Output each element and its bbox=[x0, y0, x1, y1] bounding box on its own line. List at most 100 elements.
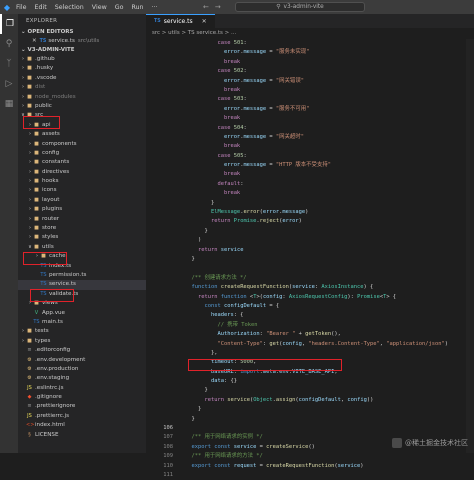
tree-folder[interactable]: › ■ directives bbox=[18, 168, 146, 177]
code-line[interactable]: } bbox=[146, 255, 474, 264]
tree-folder[interactable]: › ■ styles bbox=[18, 233, 146, 242]
tab-service-ts[interactable]: TS service.ts ✕ bbox=[146, 14, 215, 28]
code-line[interactable]: error.message = "网关超时" bbox=[146, 133, 474, 142]
tree-file[interactable]: V App.vue bbox=[18, 309, 146, 318]
code-line[interactable]: break bbox=[146, 86, 474, 95]
code-line[interactable]: error.message = "服务未实现" bbox=[146, 48, 474, 57]
tree-folder[interactable]: › ■ constants bbox=[18, 158, 146, 167]
code-line[interactable]: break bbox=[146, 114, 474, 123]
tree-file[interactable]: ◆ .gitignore bbox=[18, 393, 146, 402]
code-line[interactable]: ElMessage.error(error.message) bbox=[146, 208, 474, 217]
extensions-icon[interactable]: ▦ bbox=[0, 94, 18, 114]
code-line[interactable]: break bbox=[146, 142, 474, 151]
menu-item[interactable]: Selection bbox=[55, 4, 84, 11]
tree-folder[interactable]: › ■ layout bbox=[18, 196, 146, 205]
code-line[interactable]: data: {} bbox=[146, 377, 474, 386]
tree-folder[interactable]: › ■ store bbox=[18, 224, 146, 233]
tree-folder[interactable]: › ■ .github bbox=[18, 55, 146, 64]
menu-item[interactable]: ··· bbox=[152, 4, 158, 11]
code-line[interactable]: headers: { bbox=[146, 311, 474, 320]
code-line[interactable]: }, bbox=[146, 349, 474, 358]
code-line[interactable]: case 503: bbox=[146, 95, 474, 104]
code-line[interactable]: return Promise.reject(error) bbox=[146, 217, 474, 226]
menu-item[interactable]: File bbox=[16, 4, 27, 11]
code-line[interactable]: error.message = "服务不可用" bbox=[146, 105, 474, 114]
code-line[interactable]: } bbox=[146, 415, 474, 424]
breadcrumb[interactable]: src > utils > TS service.ts > ... bbox=[146, 28, 474, 38]
search-view-icon[interactable]: ⚲ bbox=[0, 34, 18, 54]
code-line[interactable]: /** 创建请求方法 */ bbox=[146, 274, 474, 283]
open-editor-item[interactable]: ✕ TS service.ts src\utils bbox=[18, 37, 146, 46]
code-line[interactable]: default: bbox=[146, 180, 474, 189]
code-line[interactable]: } bbox=[146, 227, 474, 236]
tree-file[interactable]: TS permission.ts bbox=[18, 271, 146, 280]
code-line[interactable]: case 502: bbox=[146, 67, 474, 76]
menu-item[interactable]: View bbox=[92, 4, 107, 11]
tree-folder[interactable]: › ■ router bbox=[18, 215, 146, 224]
code-line[interactable]: return function <T>(config: AxiosRequest… bbox=[146, 293, 474, 302]
code-line[interactable]: return service bbox=[146, 246, 474, 255]
code-editor[interactable]: case 501: error.message = "服务未实现" break … bbox=[146, 39, 474, 480]
tree-file[interactable]: JS .eslintrc.js bbox=[18, 384, 146, 393]
code-line[interactable]: function createRequestFunction(service: … bbox=[146, 283, 474, 292]
code-line[interactable]: case 505: bbox=[146, 152, 474, 161]
tree-folder[interactable]: › ■ tests bbox=[18, 327, 146, 336]
code-line[interactable]: const configDefault = { bbox=[146, 302, 474, 311]
tree-folder[interactable]: ∨ ■ utils bbox=[18, 243, 146, 252]
tree-folder[interactable]: › ■ components bbox=[18, 140, 146, 149]
tree-folder[interactable]: › ■ dist bbox=[18, 83, 146, 92]
menu-item[interactable]: Edit bbox=[35, 4, 47, 11]
project-folder-header[interactable]: ⌄ V3-ADMIN-VITE bbox=[18, 46, 146, 55]
tree-folder[interactable]: › ■ node_modules bbox=[18, 93, 146, 102]
run-debug-icon[interactable]: ▷ bbox=[0, 74, 18, 94]
menu-item[interactable]: Go bbox=[115, 4, 124, 11]
code-line[interactable]: break bbox=[146, 189, 474, 198]
source-control-icon[interactable]: ᛉ bbox=[0, 54, 18, 74]
tree-file[interactable]: TS main.ts bbox=[18, 318, 146, 327]
code-line[interactable]: // 携带 Token bbox=[146, 321, 474, 330]
tree-file[interactable]: § LICENSE bbox=[18, 431, 146, 440]
explorer-files-icon[interactable]: ❐ bbox=[0, 14, 18, 34]
tree-folder[interactable]: › ■ icons bbox=[18, 186, 146, 195]
forward-arrow-icon[interactable]: → bbox=[215, 3, 221, 11]
code-line[interactable]: } bbox=[146, 199, 474, 208]
tree-folder[interactable]: › ■ .husky bbox=[18, 64, 146, 73]
tree-file[interactable]: ≡ .prettierignore bbox=[18, 402, 146, 411]
code-line[interactable]: Authorization: "Bearer " + getToken(), bbox=[146, 330, 474, 339]
menu-item[interactable]: Run bbox=[131, 4, 143, 11]
tree-folder[interactable]: › ■ types bbox=[18, 337, 146, 346]
code-line[interactable]: "Content-Type": get(config, "headers.Con… bbox=[146, 340, 474, 349]
code-line[interactable]: break bbox=[146, 170, 474, 179]
code-line[interactable]: error.message = "HTTP 版本不受支持" bbox=[146, 161, 474, 170]
code-line[interactable]: 110 export const request = createRequest… bbox=[146, 462, 474, 471]
tree-folder[interactable]: › ■ .vscode bbox=[18, 74, 146, 83]
minimap[interactable] bbox=[466, 39, 474, 453]
code-line[interactable]: 109 /** 用于网络请求的方法 */ bbox=[146, 452, 474, 461]
tree-folder[interactable]: › ■ config bbox=[18, 149, 146, 158]
code-line[interactable]: case 501: bbox=[146, 39, 474, 48]
code-line[interactable] bbox=[146, 264, 474, 273]
code-line[interactable]: break bbox=[146, 58, 474, 67]
tree-folder[interactable]: › ■ plugins bbox=[18, 205, 146, 214]
code-line[interactable]: case 504: bbox=[146, 124, 474, 133]
tree-file[interactable]: ⚙ .env.development bbox=[18, 356, 146, 365]
close-icon[interactable]: ✕ bbox=[32, 38, 37, 44]
code-line[interactable]: error.message = "网关错误" bbox=[146, 77, 474, 86]
code-line[interactable]: ) bbox=[146, 236, 474, 245]
code-line[interactable]: } bbox=[146, 386, 474, 395]
tree-folder[interactable]: › ■ hooks bbox=[18, 177, 146, 186]
tree-file[interactable]: <>index.html bbox=[18, 421, 146, 430]
command-center-search[interactable]: ⚲ v3-admin-vite bbox=[235, 2, 365, 12]
tree-folder[interactable]: › ■ public bbox=[18, 102, 146, 111]
code-line[interactable]: 111 bbox=[146, 471, 474, 480]
tree-file[interactable]: ≡ .editorconfig bbox=[18, 346, 146, 355]
code-line[interactable]: } bbox=[146, 405, 474, 414]
tree-file[interactable]: JS .prettierrc.js bbox=[18, 412, 146, 421]
tree-file[interactable]: ⚙ .env.production bbox=[18, 365, 146, 374]
open-editors-header[interactable]: ⌄ OPEN EDITORS bbox=[18, 28, 146, 37]
tree-folder[interactable]: › ■ assets bbox=[18, 130, 146, 139]
code-line[interactable]: 106 bbox=[146, 424, 474, 433]
tree-file[interactable]: ⚙ .env.staging bbox=[18, 374, 146, 383]
back-arrow-icon[interactable]: ← bbox=[203, 3, 209, 11]
code-line[interactable]: return service(Object.assign(configDefau… bbox=[146, 396, 474, 405]
